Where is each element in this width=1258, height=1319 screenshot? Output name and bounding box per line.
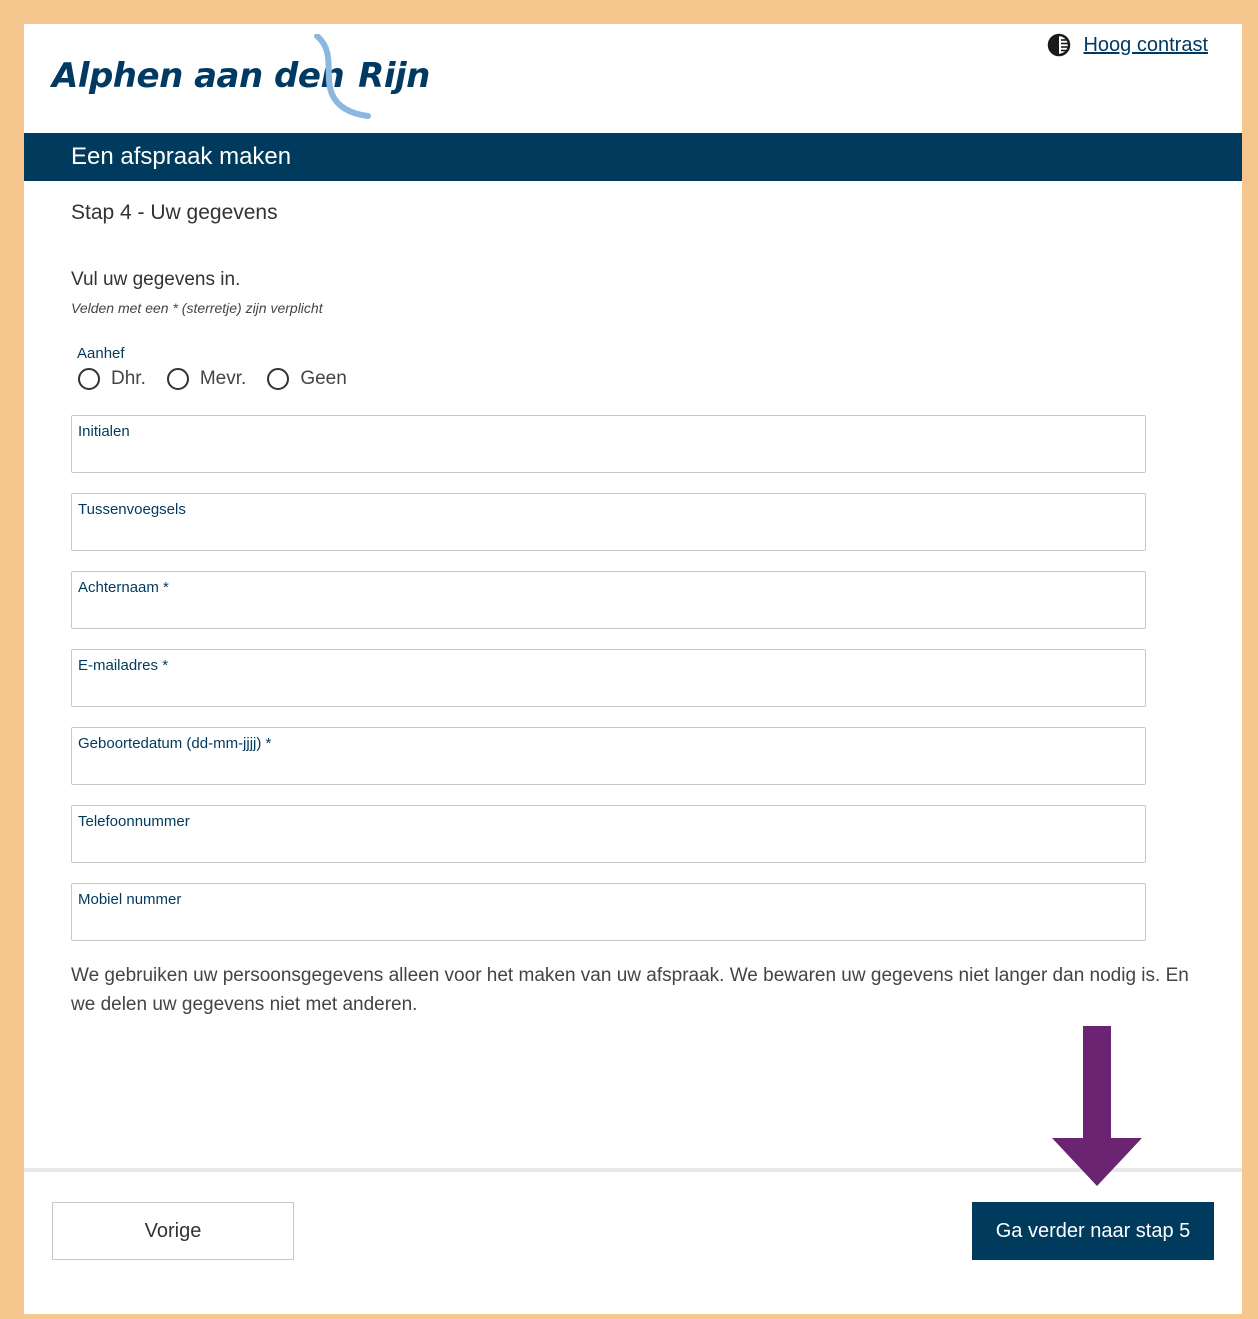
radio-label: Mevr. [199,368,247,389]
half-circle-contrast-icon [1048,33,1071,57]
radio-button[interactable] [78,368,100,390]
tussenvoegsels-field[interactable]: Tussenvoegsels [71,493,1146,551]
page-frame: Alphen aan den Rijn Hoog contrast Een afs… [24,24,1242,1314]
radio-mevr[interactable]: Mevr. [166,368,247,390]
step-title: Stap 4 - Uw gegevens [71,201,278,224]
high-contrast-label[interactable]: Hoog contrast [1083,34,1208,57]
logo-text-main: Alphen aan den [52,56,345,96]
telefoonnummer-input[interactable] [78,836,1139,858]
radio-geen[interactable]: Geen [267,368,347,390]
field-label: Geboortedatum (dd-mm-jjjj) * [78,735,272,752]
field-label: Tussenvoegsels [78,501,186,518]
banner-title: Een afspraak maken [71,143,292,170]
required-note: Velden met een * (sterretje) zijn verpli… [71,300,323,316]
form-content: Stap 4 - Uw gegevens Vul uw gegevens in.… [24,201,1242,1019]
field-label: Initialen [78,423,130,440]
privacy-statement: We gebruiken uw persoonsgegevens alleen … [71,965,1189,1015]
aanhef-label: Aanhef [77,345,125,362]
field-label: Achternaam * [78,579,169,596]
site-logo[interactable]: Alphen aan den Rijn [52,34,430,120]
radio-dhr[interactable]: Dhr. [78,368,146,390]
email-field[interactable]: E-mailadres * [71,649,1146,707]
logo-wave-icon [314,34,371,119]
field-label: E-mailadres * [78,657,169,674]
site-header: Alphen aan den Rijn Hoog contrast [24,24,1242,133]
high-contrast-toggle[interactable]: Hoog contrast [1047,33,1208,57]
mobiel-nummer-field[interactable]: Mobiel nummer [71,883,1146,941]
radio-button[interactable] [166,368,189,390]
achternaam-field[interactable]: Achternaam * [71,571,1146,629]
initialen-input[interactable] [78,446,1139,468]
aanhef-radio-group: Dhr. Mevr. Geen [78,368,1242,390]
mobiel-nummer-input[interactable] [78,914,1139,936]
radio-button[interactable] [267,368,290,390]
field-label: Telefoonnummer [78,813,190,830]
achternaam-input[interactable] [78,602,1139,624]
email-input[interactable] [78,680,1139,702]
previous-button[interactable]: Vorige [52,1202,294,1260]
geboortedatum-field[interactable]: Geboortedatum (dd-mm-jjjj) * [71,727,1146,785]
telefoonnummer-field[interactable]: Telefoonnummer [71,805,1146,863]
form-fields: Initialen Tussenvoegsels Achternaam * E-… [71,415,1242,941]
form-intro: Vul uw gegevens in. [71,269,241,290]
tussenvoegsels-input[interactable] [78,524,1139,546]
next-step-button[interactable]: Ga verder naar stap 5 [972,1202,1214,1260]
arrow-down-icon [1052,1026,1142,1186]
field-label: Mobiel nummer [78,891,182,908]
geboortedatum-input[interactable] [78,758,1139,780]
initialen-field[interactable]: Initialen [71,415,1146,473]
page-banner: Een afspraak maken [24,133,1242,181]
radio-label: Dhr. [111,368,146,389]
radio-label: Geen [300,368,347,389]
